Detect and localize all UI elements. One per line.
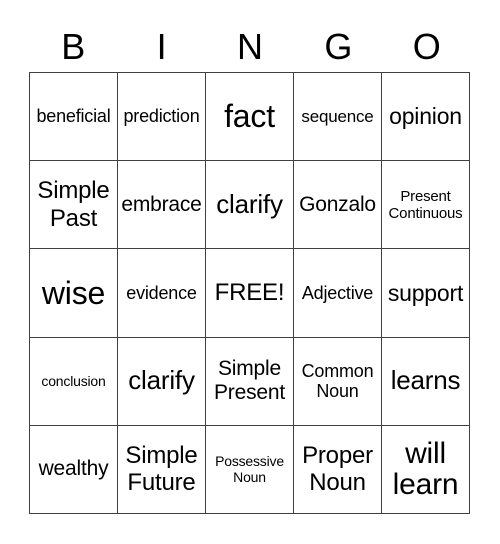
- bingo-cell[interactable]: wealthy: [30, 425, 118, 514]
- bingo-cell[interactable]: Simple Past: [30, 161, 118, 250]
- cell-text: wise: [41, 274, 106, 311]
- cell-text: evidence: [126, 282, 197, 303]
- header-letter-o: O: [412, 26, 441, 67]
- cell-text: Simple Present: [214, 357, 285, 405]
- cell-text: Simple Future: [125, 441, 198, 497]
- cell-text: FREE!: [214, 279, 285, 307]
- bingo-cell[interactable]: beneficial: [30, 73, 118, 162]
- bingo-cell[interactable]: Simple Present: [206, 337, 294, 426]
- cell-text: beneficial: [36, 106, 111, 127]
- bingo-cell[interactable]: wise: [30, 249, 118, 338]
- bingo-cell[interactable]: Proper Noun: [294, 425, 382, 514]
- cell-text: Gonzalo: [299, 192, 376, 216]
- bingo-cell[interactable]: support: [382, 249, 470, 338]
- cell-text: clarify: [128, 365, 195, 396]
- cell-text: wealthy: [38, 457, 109, 481]
- bingo-cell[interactable]: sequence: [294, 73, 382, 162]
- cell-text: fact: [224, 98, 275, 135]
- bingo-cell[interactable]: learns: [382, 337, 470, 426]
- header-letter-i: I: [156, 26, 167, 67]
- bingo-cell[interactable]: conclusion: [30, 337, 118, 426]
- cell-text: embrace: [121, 192, 202, 216]
- cell-text: opinion: [389, 103, 462, 130]
- bingo-board: beneficial prediction fact sequence opin…: [29, 72, 470, 514]
- bingo-cell[interactable]: Common Noun: [294, 337, 382, 426]
- bingo-header: B I N G O: [29, 22, 471, 72]
- cell-text: conclusion: [41, 373, 106, 390]
- cell-text: learns: [390, 365, 461, 396]
- bingo-cell[interactable]: evidence: [118, 249, 206, 338]
- bingo-cell[interactable]: clarify: [206, 161, 294, 250]
- bingo-cell[interactable]: will learn: [382, 425, 470, 514]
- bingo-cell[interactable]: Present Continuous: [382, 161, 470, 250]
- cell-text: sequence: [301, 106, 374, 126]
- bingo-cell[interactable]: fact: [206, 73, 294, 162]
- header-letter-g: G: [324, 26, 353, 67]
- cell-text: will learn: [392, 436, 459, 502]
- cell-text: Possessive Noun: [215, 453, 284, 486]
- cell-text: Common Noun: [301, 360, 374, 402]
- bingo-cell[interactable]: Gonzalo: [294, 161, 382, 250]
- bingo-cell[interactable]: embrace: [118, 161, 206, 250]
- bingo-cell[interactable]: Adjective: [294, 249, 382, 338]
- free-space[interactable]: FREE!: [206, 249, 294, 338]
- bingo-cell[interactable]: Simple Future: [118, 425, 206, 514]
- header-letter-n: N: [236, 26, 263, 67]
- cell-text: Proper Noun: [302, 441, 373, 497]
- bingo-cell[interactable]: clarify: [118, 337, 206, 426]
- cell-text: Present Continuous: [388, 187, 463, 222]
- cell-text: Adjective: [301, 282, 374, 303]
- cell-text: Simple Past: [37, 177, 110, 232]
- cell-text: clarify: [216, 188, 283, 219]
- bingo-cell[interactable]: Possessive Noun: [206, 425, 294, 514]
- header-letter-b: B: [61, 26, 86, 67]
- cell-text: prediction: [123, 106, 200, 127]
- bingo-cell[interactable]: prediction: [118, 73, 206, 162]
- cell-text: support: [387, 279, 464, 306]
- bingo-cell[interactable]: opinion: [382, 73, 470, 162]
